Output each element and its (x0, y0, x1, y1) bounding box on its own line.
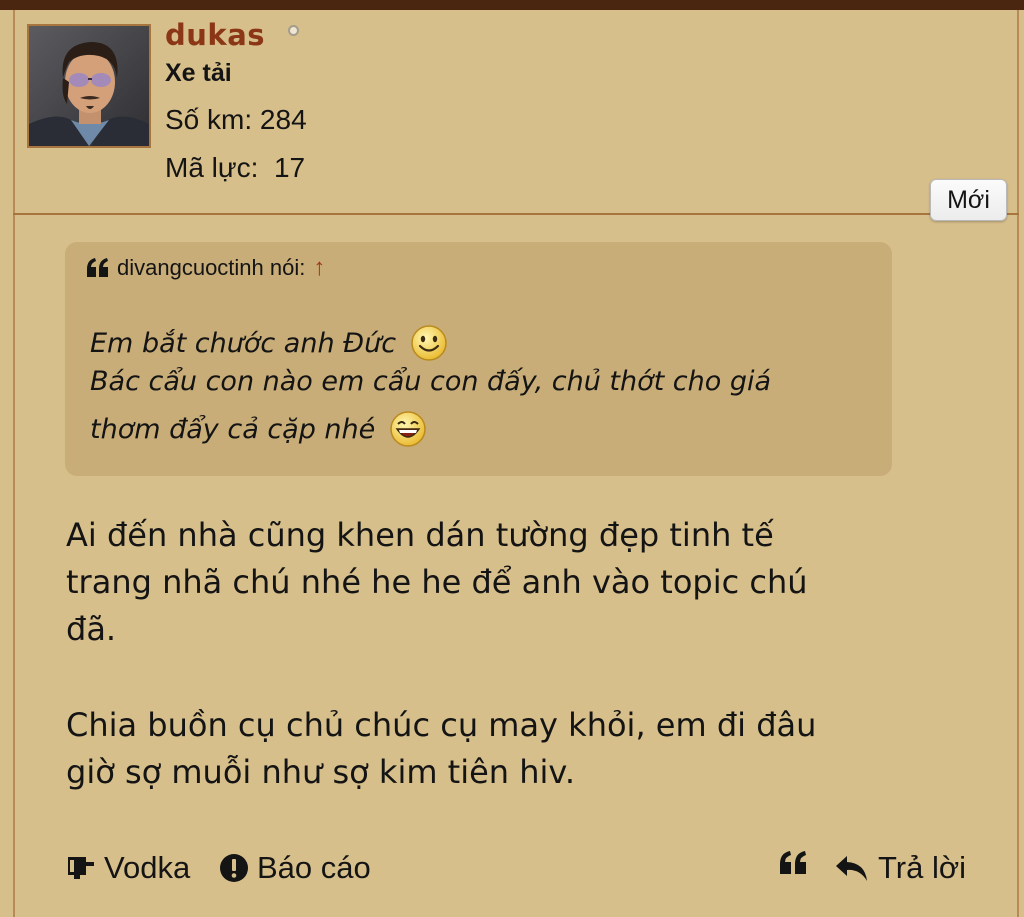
quote-line: Bác cẩu con nào em cẩu con đấy, chủ thớt… (90, 366, 771, 397)
user-rank: Xe tải (165, 59, 232, 87)
post-body-line: trang nhã chú nhé he he để anh vào topic… (66, 563, 808, 601)
vodka-icon (68, 857, 94, 879)
hp-value: 17 (273, 152, 306, 183)
km-value: 284 (259, 104, 307, 135)
quote-line: thơm đẩy cả cặp nhé (90, 410, 427, 448)
post-body-line: đã. (66, 610, 117, 648)
post-body-line: giờ sợ muỗi như sợ kim tiên hiv. (66, 753, 576, 791)
quote-author: divangcuoctinh nói: (117, 255, 306, 280)
right-border (1017, 10, 1019, 917)
quote-button[interactable] (778, 850, 818, 876)
new-badge: Mới (930, 179, 1007, 221)
report-button[interactable]: Báo cáo (219, 850, 371, 886)
laughing-emoji-icon (389, 410, 427, 448)
quote-line-text: Em bắt chước anh Đức (90, 327, 397, 359)
vodka-label: Vodka (104, 850, 191, 885)
hp-label: Mã lực: (165, 152, 259, 183)
username[interactable]: dukas (165, 18, 265, 52)
quote-line-text: Bác cẩu con nào em cẩu con đấy, chủ thớt… (90, 366, 772, 397)
quote-icon (780, 851, 806, 874)
jump-up-arrow-icon[interactable]: ↑ (313, 254, 325, 282)
vodka-button[interactable]: Vodka (66, 850, 190, 886)
reply-arrow-icon (836, 856, 867, 881)
avatar[interactable] (27, 24, 151, 148)
post-body-line: Ai đến nhà cũng khen dán tường đẹp tinh … (66, 516, 774, 554)
reply-button[interactable]: Trả lời (834, 850, 966, 886)
header-divider (13, 213, 1019, 215)
km-label: Số km: (165, 104, 253, 135)
left-border (13, 10, 15, 917)
report-label: Báo cáo (257, 850, 371, 885)
quote-line: Em bắt chước anh Đức (90, 324, 448, 362)
alert-icon (220, 854, 248, 882)
quote-header[interactable]: divangcuoctinh nói: ↑ (85, 254, 325, 282)
online-status-icon (288, 25, 299, 36)
km-stat: Số km: 284 (165, 104, 307, 136)
post-body-line: Chia buồn cụ chủ chúc cụ may khỏi, em đi… (66, 706, 817, 744)
reply-label: Trả lời (878, 850, 967, 885)
quote-line-text: thơm đẩy cả cặp nhé (90, 413, 376, 445)
smile-emoji-icon (410, 324, 448, 362)
hp-stat: Mã lực: 17 (165, 152, 305, 184)
quote-icon (85, 257, 111, 279)
top-bar (0, 0, 1024, 10)
